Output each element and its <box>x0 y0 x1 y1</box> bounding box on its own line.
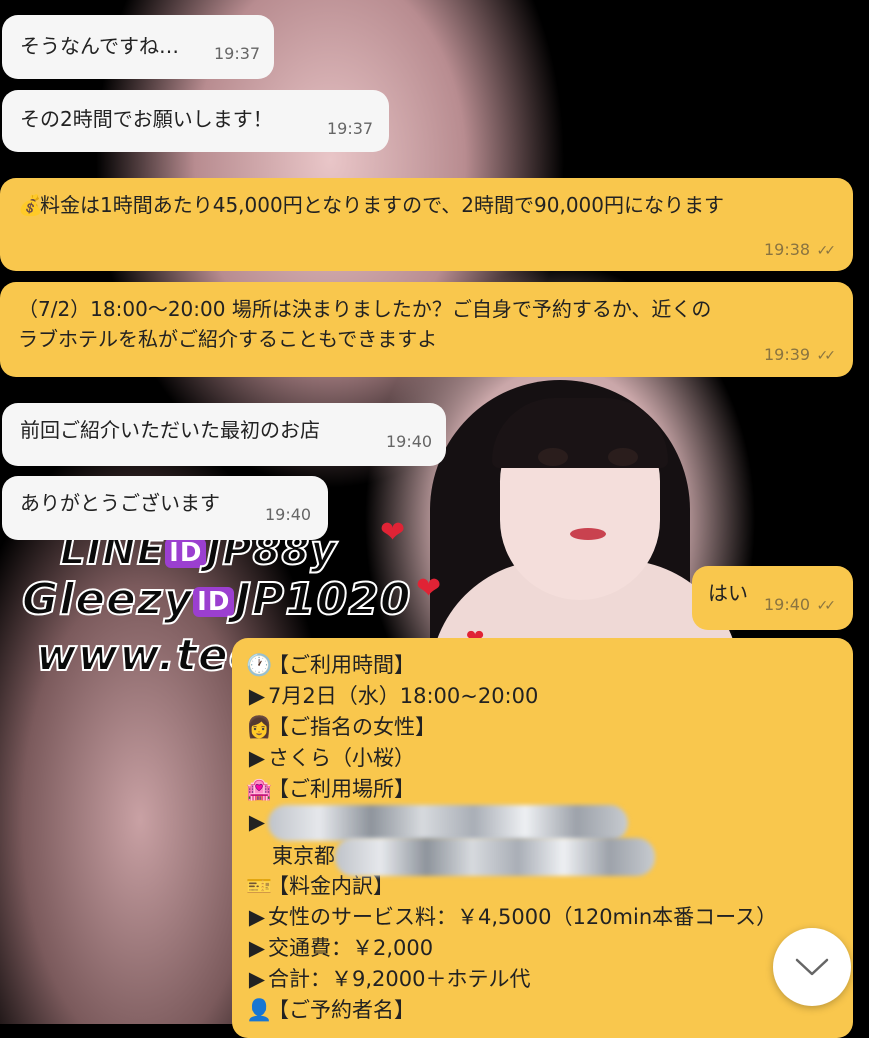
arrow-icon: ▶ <box>248 746 266 770</box>
message-time: 19:40 <box>386 432 433 451</box>
message-text: 前回ご紹介いただいた最初のお店 <box>20 418 320 442</box>
booking-row: ▶ 女性のサービス料：￥4,5000（120min本番コース） <box>246 902 853 933</box>
read-check-icon: ✓✓ <box>816 348 836 364</box>
watermark-line: www.tec <box>35 629 256 682</box>
booking-row: ▶ さくら（小桜） <box>246 743 853 774</box>
message-text: （7/2）18:00～20:00 場所は決まりましたか？ご自身で予約するか、近く… <box>18 297 712 321</box>
clock-icon: 🕐 <box>246 653 273 677</box>
ticket-icon: 🎫 <box>246 874 273 898</box>
hotel-icon: 🏩 <box>246 777 273 801</box>
message-outgoing-booking[interactable]: 🕐【ご利用時間】 ▶ 7月2日（水）18:00~20:00 👩【ご指名の女性】 ▶… <box>232 638 853 1038</box>
booking-row: 🕐【ご利用時間】 <box>246 650 853 681</box>
arrow-icon: ▶ <box>248 684 266 708</box>
message-text: はい <box>708 581 748 605</box>
booking-row: 👤【ご予約者名】 <box>246 995 853 1026</box>
read-check-icon: ✓✓ <box>816 598 836 614</box>
arrow-icon: ▶ <box>248 967 266 991</box>
message-incoming[interactable]: ありがとうございます 19:40 <box>2 476 328 540</box>
booking-row: 東京都 <box>246 838 853 876</box>
message-incoming[interactable]: そうなんですね… 19:37 <box>2 15 274 79</box>
booking-row: 👩【ご指名の女性】 <box>246 712 853 743</box>
message-meta: 19:39 ✓✓ <box>764 338 836 371</box>
message-outgoing[interactable]: はい 19:40 ✓✓ <box>692 566 853 630</box>
booking-row: ▶ 合計：￥9,2000＋ホテル代 <box>246 964 853 995</box>
message-text: その2時間でお願いします！ <box>20 107 273 131</box>
money-bag-icon: 💰 <box>18 193 43 217</box>
booking-row: ▶ 交通費：￥2,000 <box>246 933 853 964</box>
message-time: 19:37 <box>214 44 261 63</box>
read-check-icon: ✓✓ <box>816 243 836 259</box>
message-meta: 19:38 ✓✓ <box>764 233 836 266</box>
message-incoming[interactable]: その2時間でお願いします！ 19:37 <box>2 90 389 152</box>
message-time: 19:40 <box>265 505 312 524</box>
arrow-icon: ▶ <box>248 905 266 929</box>
chevron-down-icon <box>795 958 829 976</box>
booking-row: ▶ 7月2日（水）18:00~20:00 <box>246 681 853 712</box>
watermark-line: Gleezy IDJP1020 <box>21 573 412 626</box>
booking-row: ▶ <box>246 805 853 841</box>
message-outgoing[interactable]: （7/2）18:00～20:00 場所は決まりましたか？ご自身で予約するか、近く… <box>0 282 853 377</box>
redacted-address <box>335 838 655 876</box>
booking-row: 🏩【ご利用場所】 <box>246 774 853 805</box>
arrow-icon: ▶ <box>248 810 266 834</box>
message-outgoing[interactable]: 💰料金は1時間あたり45,000円となりますので、2時間で90,000円になりま… <box>0 178 853 271</box>
message-time: 19:39 <box>764 345 811 364</box>
heart-icon: ❤ <box>380 515 406 550</box>
redacted-address <box>268 805 628 841</box>
message-time: 19:37 <box>327 119 374 138</box>
message-text: ありがとうございます <box>20 491 220 515</box>
message-text: ラブホテルを私がご紹介することもできますよ <box>18 327 438 351</box>
arrow-icon: ▶ <box>248 936 266 960</box>
scroll-to-bottom-button[interactable] <box>773 928 851 1006</box>
message-time: 19:38 <box>764 240 811 259</box>
message-meta: 19:40 ✓✓ <box>764 588 836 621</box>
heart-icon: ❤ <box>416 571 442 606</box>
message-text: そうなんですね… <box>20 34 179 58</box>
woman-icon: 👩 <box>246 715 273 739</box>
message-incoming[interactable]: 前回ご紹介いただいた最初のお店 19:40 <box>2 403 446 466</box>
message-text: 料金は1時間あたり45,000円となりますので、2時間で90,000円になります <box>40 193 725 217</box>
message-time: 19:40 <box>764 595 811 614</box>
person-icon: 👤 <box>246 998 273 1022</box>
